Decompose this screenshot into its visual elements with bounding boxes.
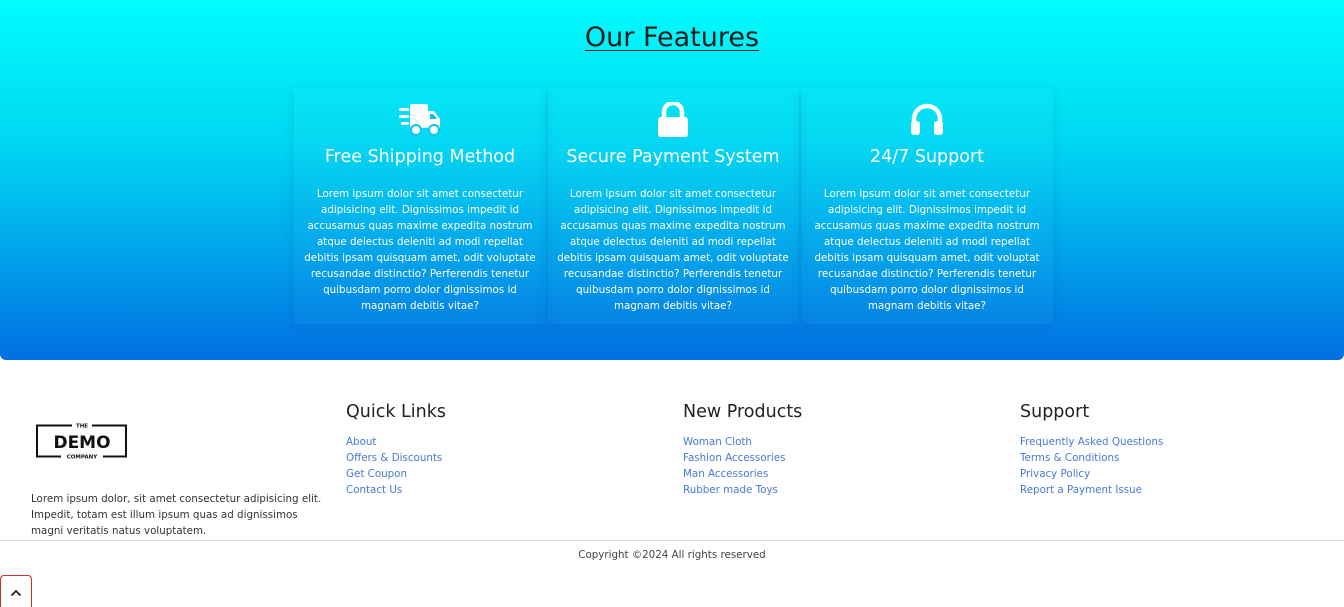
- footer-link-rubber-toys[interactable]: Rubber made Toys: [683, 482, 802, 498]
- scroll-to-top-button[interactable]: [0, 575, 32, 607]
- footer-heading: Quick Links: [346, 402, 447, 422]
- footer-link-man-accessories[interactable]: Man Accessories: [683, 466, 802, 482]
- footer-quick-links: Quick Links About Offers & Discounts Get…: [346, 402, 446, 498]
- footer-new-products: New Products Woman Cloth Fashion Accesso…: [683, 402, 802, 498]
- features-title: Our Features: [584, 22, 760, 53]
- feature-title: 24/7 Support: [869, 147, 985, 167]
- features-section: Our Features Free Shipping Method Lorem …: [0, 0, 1344, 360]
- feature-description: Lorem ipsum dolor sit amet consectetur a…: [304, 188, 536, 312]
- footer-link-report-payment[interactable]: Report a Payment Issue: [1020, 482, 1163, 498]
- footer-link-about[interactable]: About: [346, 434, 446, 450]
- footer-heading: Support: [1020, 402, 1090, 422]
- footer-support: Support Frequently Asked Questions Terms…: [1020, 402, 1163, 498]
- shipping-truck-icon: [294, 102, 546, 140]
- svg-text:DEMO: DEMO: [53, 433, 110, 453]
- feature-description: Lorem ipsum dolor sit amet consectetur a…: [814, 188, 1040, 312]
- svg-text:THE: THE: [76, 424, 88, 430]
- feature-card-shipping: Free Shipping Method Lorem ipsum dolor s…: [294, 88, 546, 324]
- footer-link-faq[interactable]: Frequently Asked Questions: [1020, 434, 1163, 450]
- footer-link-coupon[interactable]: Get Coupon: [346, 466, 446, 482]
- feature-title: Secure Payment System: [566, 147, 780, 167]
- feature-card-payment: Secure Payment System Lorem ipsum dolor …: [547, 88, 799, 324]
- footer-link-woman-cloth[interactable]: Woman Cloth: [683, 434, 802, 450]
- feature-description: Lorem ipsum dolor sit amet consectetur a…: [557, 188, 789, 312]
- feature-title: Free Shipping Method: [324, 147, 516, 167]
- footer-divider: [0, 540, 1344, 541]
- footer-link-fashion-accessories[interactable]: Fashion Accessories: [683, 450, 802, 466]
- footer-link-offers[interactable]: Offers & Discounts: [346, 450, 446, 466]
- footer-link-contact[interactable]: Contact Us: [346, 482, 446, 498]
- copyright-text: Copyright ©2024 All rights reserved: [578, 549, 766, 561]
- footer-heading: New Products: [683, 402, 803, 422]
- chevron-up-icon: [10, 582, 22, 601]
- svg-text:COMPANY: COMPANY: [67, 455, 99, 461]
- footer-about-text: Lorem ipsum dolor, sit amet consectetur …: [31, 493, 322, 537]
- feature-card-support: 24/7 Support Lorem ipsum dolor sit amet …: [801, 88, 1053, 324]
- lock-icon: [547, 102, 799, 140]
- headphones-icon: [801, 102, 1053, 140]
- footer-link-terms[interactable]: Terms & Conditions: [1020, 450, 1163, 466]
- footer-link-privacy[interactable]: Privacy Policy: [1020, 466, 1163, 482]
- company-logo[interactable]: THE DEMO COMPANY: [36, 421, 128, 461]
